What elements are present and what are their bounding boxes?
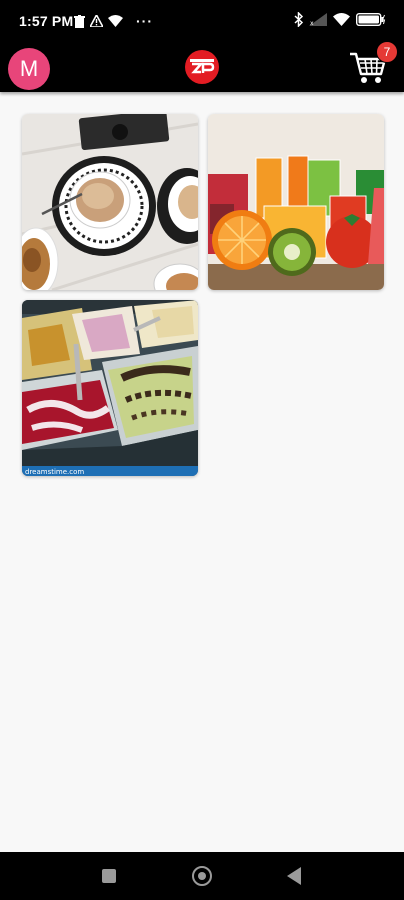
gelato-photo: dreamstime.com	[22, 300, 198, 476]
wifi-strength-icon	[333, 13, 350, 26]
category-tile-gelato[interactable]: dreamstime.com	[22, 300, 198, 476]
status-left-icons: ···	[74, 13, 153, 29]
juice-photo	[208, 114, 384, 290]
navigation-bar	[0, 852, 404, 900]
back-button[interactable]	[287, 867, 301, 885]
recent-apps-button[interactable]	[102, 869, 116, 883]
coffee-photo	[22, 114, 198, 290]
svg-text:x: x	[310, 20, 314, 26]
category-tile-coffee[interactable]	[22, 114, 198, 290]
category-tile-juices[interactable]	[208, 114, 384, 290]
brand-logo-mark	[190, 59, 215, 74]
home-button[interactable]	[192, 866, 212, 886]
gelato-watermark: dreamstime.com	[25, 468, 84, 476]
status-right-icons: x	[294, 12, 386, 27]
profile-avatar[interactable]: M	[8, 48, 50, 90]
signal-icon: x	[309, 13, 327, 26]
wifi-icon	[108, 15, 123, 27]
more-notifications-indicator: ···	[136, 13, 153, 29]
trash-icon	[74, 14, 85, 28]
cart-badge: 7	[376, 41, 398, 63]
app-bar: M 7	[0, 41, 404, 92]
battery-icon	[356, 13, 386, 26]
status-time: 1:57 PM	[19, 13, 74, 29]
status-bar: 1:57 PM ··· x	[0, 0, 404, 44]
warning-icon	[90, 15, 103, 27]
bluetooth-icon	[294, 12, 303, 27]
brand-logo	[185, 50, 219, 84]
